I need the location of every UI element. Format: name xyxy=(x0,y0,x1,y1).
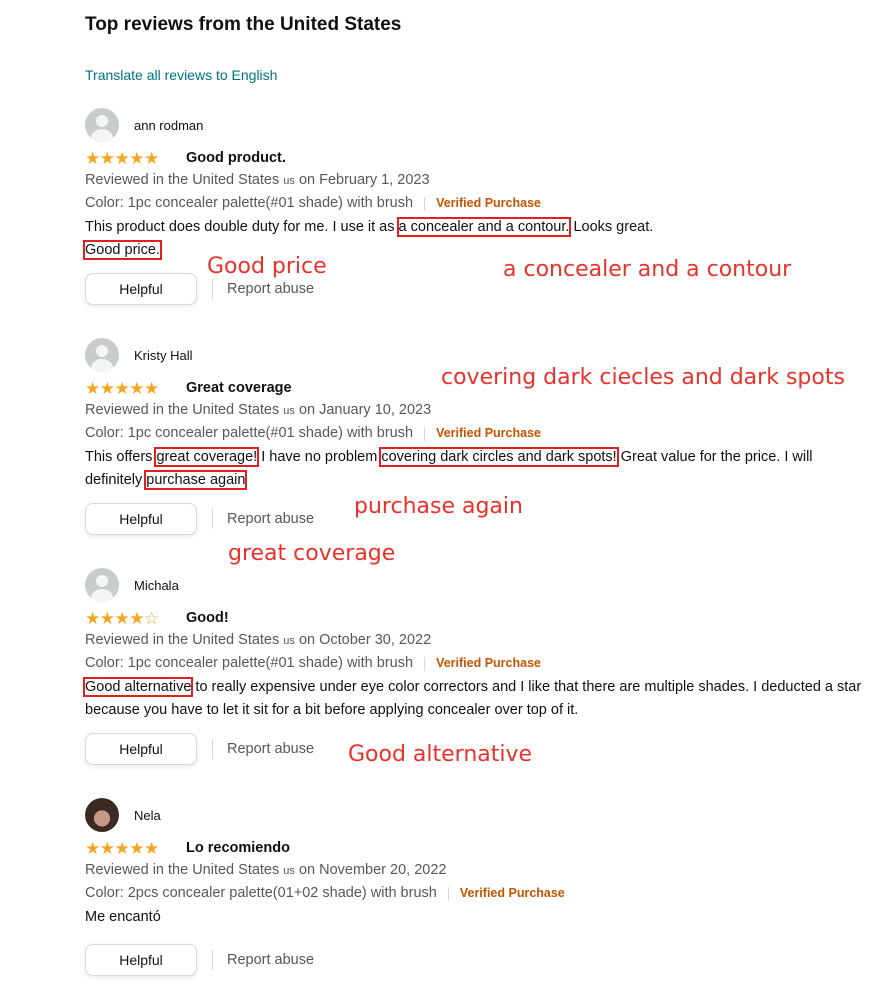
review-date: Reviewed in the United States us on Febr… xyxy=(85,172,430,188)
helpful-button[interactable]: Helpful xyxy=(85,273,197,305)
variant-link[interactable]: Color: 1pc concealer palette(#01 shade) … xyxy=(85,424,413,443)
review-card: Michala ★ ★ ★ ★ ☆ Good! Reviewed in the Unit… xyxy=(82,568,865,766)
review-title[interactable]: Great coverage xyxy=(186,380,292,396)
avatar xyxy=(85,338,119,372)
review-body: This product does double duty for me. I … xyxy=(83,217,654,260)
reviewer-name: Nela xyxy=(134,807,161,823)
reviewer-profile[interactable]: ann rodman xyxy=(85,108,865,142)
review-card: Nela ★ ★ ★ ★ ★ Lo recomiendo Reviewed in the… xyxy=(85,798,865,977)
product-variant: Color: 2pcs concealer palette(01+02 shad… xyxy=(85,884,865,903)
highlight-box: Good price. xyxy=(83,240,162,260)
star-icon: ★ xyxy=(85,378,100,398)
star-rating[interactable]: ★ ★ ★ ★ ★ xyxy=(85,150,173,167)
star-outline-icon: ☆ xyxy=(144,608,159,628)
star-icon: ★ xyxy=(114,378,130,398)
star-icon: ★ xyxy=(85,838,100,858)
highlight-box: purchase again xyxy=(144,470,248,490)
report-abuse-link[interactable]: Report abuse xyxy=(227,511,314,527)
annotation-covering: covering dark ciecles and dark spots xyxy=(441,365,845,390)
avatar xyxy=(85,108,119,142)
translate-reviews-link[interactable]: Translate all reviews to English xyxy=(85,67,277,83)
star-icon: ★ xyxy=(85,608,100,628)
review-body: Good alternative to really expensive und… xyxy=(82,677,862,718)
star-icon: ★ xyxy=(99,378,115,398)
section-title: Top reviews from the United States xyxy=(85,14,402,35)
variant-link[interactable]: Color: 1pc concealer palette(#01 shade) … xyxy=(85,194,413,213)
annotation-good-alternative: Good alternative xyxy=(348,742,533,767)
star-icon: ★ xyxy=(99,148,115,168)
star-rating[interactable]: ★ ★ ★ ★ ☆ xyxy=(85,610,173,627)
annotation-great-coverage: great coverage xyxy=(228,541,396,566)
product-variant: Color: 1pc concealer palette(#01 shade) … xyxy=(85,654,865,673)
review-title[interactable]: Good! xyxy=(186,610,229,626)
helpful-button[interactable]: Helpful xyxy=(85,944,197,976)
star-icon: ★ xyxy=(114,838,130,858)
variant-link[interactable]: Color: 1pc concealer palette(#01 shade) … xyxy=(85,654,413,673)
annotation-purchase-again: purchase again xyxy=(354,494,523,519)
verified-badge: Verified Purchase xyxy=(459,886,565,900)
avatar xyxy=(85,798,119,832)
star-icon: ★ xyxy=(129,148,144,168)
verified-badge: Verified Purchase xyxy=(436,656,541,670)
variant-link[interactable]: Color: 2pcs concealer palette(01+02 shad… xyxy=(85,884,437,903)
review-body: Me encantó xyxy=(85,909,161,925)
report-abuse-link[interactable]: Report abuse xyxy=(227,741,314,757)
reviewer-name: ann rodman xyxy=(134,117,204,133)
star-icon: ★ xyxy=(144,378,159,398)
star-rating[interactable]: ★ ★ ★ ★ ★ xyxy=(85,380,173,397)
reviewer-profile[interactable]: Nela xyxy=(85,798,865,832)
reviewer-name: Michala xyxy=(134,577,179,593)
annotation-concealer-contour: a concealer and a contour xyxy=(503,257,792,282)
highlight-box: a concealer and a contour. xyxy=(396,217,572,237)
product-variant: Color: 1pc concealer palette(#01 shade) … xyxy=(85,194,865,213)
reviewer-profile[interactable]: Michala xyxy=(85,568,865,602)
star-icon: ★ xyxy=(114,608,130,628)
star-icon: ★ xyxy=(129,378,144,398)
highlight-box: Good alternative xyxy=(82,677,194,697)
star-icon: ★ xyxy=(129,608,144,628)
highlight-box: covering dark circles and dark spots! xyxy=(379,447,619,467)
star-icon: ★ xyxy=(114,148,130,168)
helpful-button[interactable]: Helpful xyxy=(85,503,197,535)
review-date: Reviewed in the United States us on Nove… xyxy=(85,862,447,878)
reviewer-name: Kristy Hall xyxy=(134,347,193,363)
star-icon: ★ xyxy=(85,148,100,168)
avatar xyxy=(85,568,119,602)
star-icon: ★ xyxy=(129,838,144,858)
report-abuse-link[interactable]: Report abuse xyxy=(227,281,314,297)
review-title[interactable]: Lo recomiendo xyxy=(186,840,290,856)
star-icon: ★ xyxy=(144,838,159,858)
star-icon: ★ xyxy=(99,838,115,858)
review-body: This offers great coverage! I have no pr… xyxy=(85,447,813,490)
star-icon: ★ xyxy=(99,608,115,628)
helpful-button[interactable]: Helpful xyxy=(85,733,197,765)
product-variant: Color: 1pc concealer palette(#01 shade) … xyxy=(85,424,865,443)
highlight-box: great coverage! xyxy=(154,447,260,467)
star-rating[interactable]: ★ ★ ★ ★ ★ xyxy=(85,840,173,857)
verified-badge: Verified Purchase xyxy=(436,196,541,210)
annotation-good-price: Good price xyxy=(207,254,327,279)
star-icon: ★ xyxy=(144,148,159,168)
review-date: Reviewed in the United States us on Janu… xyxy=(85,402,432,418)
report-abuse-link[interactable]: Report abuse xyxy=(227,952,314,968)
review-title[interactable]: Good product. xyxy=(186,150,286,166)
review-date: Reviewed in the United States us on Octo… xyxy=(85,632,432,648)
verified-badge: Verified Purchase xyxy=(436,426,541,440)
